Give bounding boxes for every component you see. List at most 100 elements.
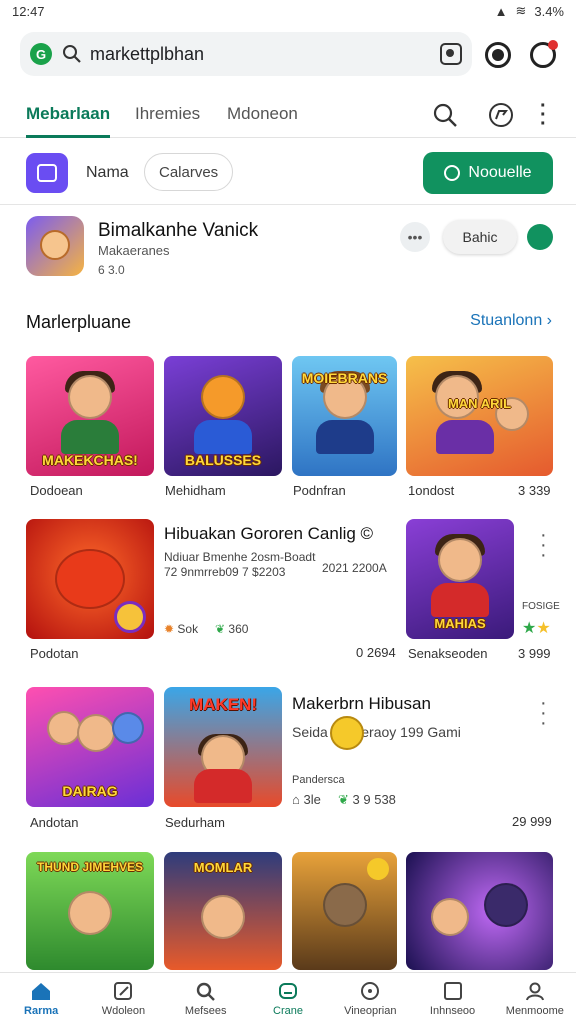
home-icon	[30, 981, 52, 1001]
refresh-icon	[444, 165, 461, 181]
status-dot[interactable]	[527, 224, 553, 250]
notification-badge	[548, 40, 558, 50]
character-image	[112, 711, 145, 744]
battery-level: 3.4%	[534, 3, 564, 19]
game-tile[interactable]: MAN ARIL	[406, 356, 553, 476]
search-icon[interactable]	[432, 102, 458, 128]
game-tile[interactable]: MAKEN!	[164, 687, 282, 807]
camera-icon[interactable]	[485, 42, 511, 68]
section-header: Marlerpluane Stuanlonn ›	[26, 312, 552, 334]
share-icon[interactable]	[488, 102, 514, 128]
nav-item-home[interactable]: Rarma	[0, 973, 82, 1024]
profile-icon	[524, 981, 546, 1001]
circle-icon	[359, 981, 381, 1001]
new-button[interactable]: Noouelle	[423, 152, 553, 194]
overflow-menu-icon[interactable]: · · ·	[540, 525, 547, 565]
tile-caption: Podotan	[30, 646, 79, 661]
game-tile[interactable]: MOMLAR	[164, 852, 282, 970]
tile-value: 3 999	[518, 646, 551, 661]
nav-item-circle[interactable]: Vineoprian	[329, 973, 411, 1024]
tile-caption: Senakseoden	[408, 646, 488, 661]
app-icon[interactable]	[26, 153, 68, 193]
character-image	[438, 537, 482, 582]
tile-title: DAIRAG	[62, 783, 118, 799]
stats-b: ❦ 3 9 538	[338, 792, 396, 807]
coin-icon	[114, 601, 146, 633]
game-tile[interactable]: DAIRAG	[26, 687, 154, 807]
home-icon: ⌂	[292, 792, 300, 807]
character-image	[68, 374, 112, 419]
tile-title: BALUSSES	[184, 452, 262, 468]
star-icon: ★★	[522, 620, 551, 637]
tile-caption: 1ondost	[408, 483, 455, 498]
search-bar[interactable]: G markettplbhan	[20, 32, 472, 76]
character-image	[201, 894, 245, 939]
tab-mdoneon[interactable]: Mdoneon	[227, 104, 298, 124]
game-tile[interactable]: MAKEKCHAS!	[26, 356, 154, 476]
new-button-label: Noouelle	[468, 164, 532, 181]
stats-a: ⌂ 3le	[292, 792, 321, 807]
small-label: Pandersca	[292, 774, 345, 786]
nav-item-edit[interactable]: Wdoleon	[82, 973, 164, 1024]
featured-action-button[interactable]: Bahic	[443, 220, 517, 254]
nav-item-search[interactable]: Mefsees	[165, 973, 247, 1024]
tile-title: MAKEN!	[189, 695, 257, 714]
item-description: Ndiuar Bmenhe 2osm-Boadt	[164, 550, 316, 564]
character-image	[431, 897, 470, 936]
notification-icon[interactable]	[530, 40, 558, 68]
search-input[interactable]: markettplbhan	[90, 44, 440, 65]
tile-title: MAKEKCHAS!	[42, 452, 138, 468]
tab-indicator	[26, 135, 110, 138]
overflow-menu-icon[interactable]: · · ·	[540, 96, 547, 134]
tab-mebarlaan[interactable]: Mebarlaan	[26, 104, 110, 124]
section-title: Marlerpluane	[26, 312, 132, 332]
item-value: 29 999	[512, 814, 552, 829]
see-all-link[interactable]: Stuanlonn ›	[470, 312, 552, 330]
tile-title: MAN ARIL	[447, 396, 512, 411]
search-icon	[195, 981, 217, 1001]
character-face-icon	[40, 230, 70, 260]
tile-caption: Dodoean	[30, 483, 83, 498]
leaf-icon: ❦	[338, 792, 349, 807]
featured-subtitle: Makaeranes	[98, 243, 170, 258]
item-description-right: 2021 2200A	[322, 561, 387, 575]
item-description: 72 9nmrreb09 7 $2203	[164, 565, 286, 579]
character-image	[47, 710, 82, 745]
featured-meta: 6 3.0	[98, 263, 125, 277]
tab-ihremies[interactable]: Ihremies	[135, 104, 200, 124]
bottom-navigation: Rarma Wdoleon Mefsees Crane Vineoprian I…	[0, 972, 576, 1024]
tile-title: MOMLAR	[193, 860, 253, 875]
item-title[interactable]: Makerbrn Hibusan	[292, 694, 431, 714]
game-tile[interactable]	[292, 852, 397, 970]
game-tile[interactable]: MAHIAS	[406, 519, 514, 639]
character-image	[55, 549, 125, 609]
tab-bar: Mebarlaan Ihremies Mdoneon · · ·	[0, 92, 576, 138]
item-title[interactable]: Hibuakan Gororen Canlig ©	[164, 524, 373, 544]
game-tile[interactable]	[26, 519, 154, 639]
overflow-menu-icon[interactable]: · · ·	[540, 693, 547, 733]
filter-chip[interactable]: Calarves	[144, 153, 234, 191]
lens-icon[interactable]	[440, 43, 462, 65]
character-image	[77, 713, 116, 752]
game-tile[interactable]	[406, 852, 553, 970]
search-icon	[63, 45, 81, 63]
character-image	[322, 883, 367, 928]
game-tile[interactable]: MOIEBRANS	[292, 356, 397, 476]
tile-caption: Andotan	[30, 815, 79, 830]
game-tile[interactable]: BALUSSES	[164, 356, 282, 476]
apps-icon	[277, 981, 299, 1001]
tile-caption: Sedurham	[165, 815, 225, 830]
nav-item-square[interactable]: Inhnseoo	[411, 973, 493, 1024]
nav-item-profile[interactable]: Menmoome	[494, 973, 576, 1024]
small-label: FOSIGE	[522, 601, 560, 612]
tile-title: MAHIAS	[434, 616, 486, 631]
edit-icon	[112, 981, 134, 1001]
tile-caption: Podnfran	[293, 483, 346, 498]
nav-item-apps[interactable]: Crane	[247, 973, 329, 1024]
game-tile[interactable]: THUND JIMEHVES	[26, 852, 154, 970]
featured-app[interactable]: Bimalkanhe Vanick Makaeranes 6 3.0 ••• B…	[0, 216, 576, 278]
leaf-icon: ❦	[215, 622, 226, 636]
more-button[interactable]: •••	[400, 222, 430, 252]
character-image	[483, 883, 528, 928]
tile-caption: Mehidham	[165, 483, 226, 498]
